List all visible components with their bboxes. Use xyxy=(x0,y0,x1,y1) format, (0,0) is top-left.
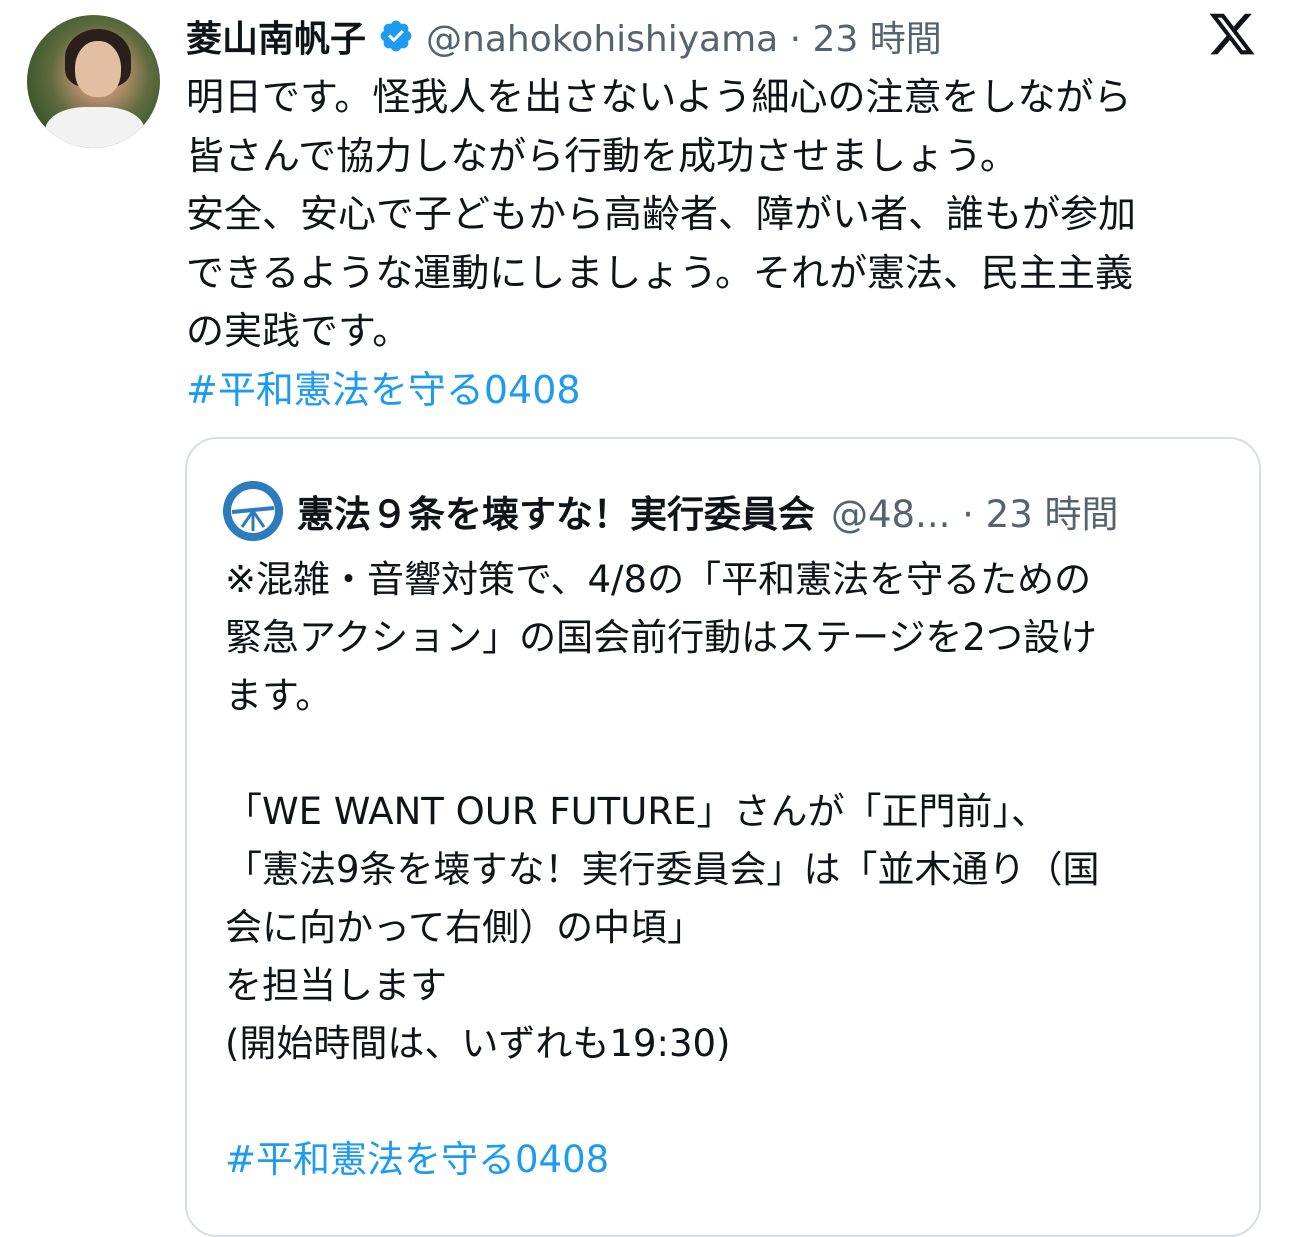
quote-text-line: 緊急アクション」の国会前行動はステージを2つ設け xyxy=(225,616,1097,659)
quoted-tweet-card[interactable]: 憲法９条を壊すな！実行委員会 @48... · 23 時間 ※混雑・音響対策で、… xyxy=(185,437,1261,1237)
quote-text-line: (開始時間は、いずれも19:30) xyxy=(225,1022,731,1065)
author-handle-time[interactable]: @nahokohishiyama · 23 時間 xyxy=(426,10,942,62)
author-avatar[interactable] xyxy=(27,15,160,148)
avatar-shirt xyxy=(45,107,145,148)
quote-text-line: ※混雑・音響対策で、4/8の「平和憲法を守るための xyxy=(225,558,1092,601)
quote-text-line: を担当します xyxy=(225,964,447,1007)
avatar-face xyxy=(75,41,121,97)
tweet-text-line: できるような運動にしましょう。それが憲法、民主主義 xyxy=(186,250,1133,295)
quote-author-avatar[interactable] xyxy=(223,481,283,541)
quote-text-line: 会に向かって右側）の中頃」 xyxy=(225,906,705,949)
quote-text-line: ます。 xyxy=(225,674,333,717)
quote-author-handle-time[interactable]: @48... · 23 時間 xyxy=(831,484,1119,538)
tweet-hashtag-link[interactable]: #平和憲法を守る0408 xyxy=(186,361,1266,420)
tweet-text-line: 安全、安心で子どもから高齢者、障がい者、誰もが参加 xyxy=(186,192,1137,236)
tweet-text-line: 皆さんで協力しながら行動を成功させましょう。 xyxy=(186,133,1018,178)
quoted-tweet-body: ※混雑・音響対策で、4/8の「平和憲法を守るための 緊急アクション」の国会前行動… xyxy=(225,551,1235,1189)
tweet-text-line: の実践です。 xyxy=(186,309,411,353)
quote-text-line: 「憲法9条を壊すな！実行委員会」は「並木通り（国 xyxy=(225,848,1100,891)
quote-text-line: 「WE WANT OUR FUTURE」さんが「正門前」、 xyxy=(225,790,1048,833)
tweet-text-line: 明日です。怪我人を出さないよう細心の注意をしながら xyxy=(186,75,1132,119)
verified-badge-icon xyxy=(378,18,414,54)
tweet-header: 菱山南帆子 @nahokohishiyama · 23 時間 xyxy=(186,8,942,64)
quote-text-line xyxy=(225,1073,1235,1131)
quoted-tweet-header: 憲法９条を壊すな！実行委員会 @48... · 23 時間 xyxy=(223,481,1119,541)
x-logo-icon[interactable] xyxy=(1207,9,1257,59)
peace-logo-icon xyxy=(223,481,283,541)
quote-text-line xyxy=(225,725,1235,783)
tweet-body: 明日です。怪我人を出さないよう細心の注意をしながら 皆さんで協力しながら行動を成… xyxy=(186,68,1266,419)
quote-author-name[interactable]: 憲法９条を壊すな！実行委員会 xyxy=(297,484,815,538)
quote-hashtag-link[interactable]: #平和憲法を守る0408 xyxy=(225,1131,1235,1189)
author-name[interactable]: 菱山南帆子 xyxy=(186,10,366,62)
